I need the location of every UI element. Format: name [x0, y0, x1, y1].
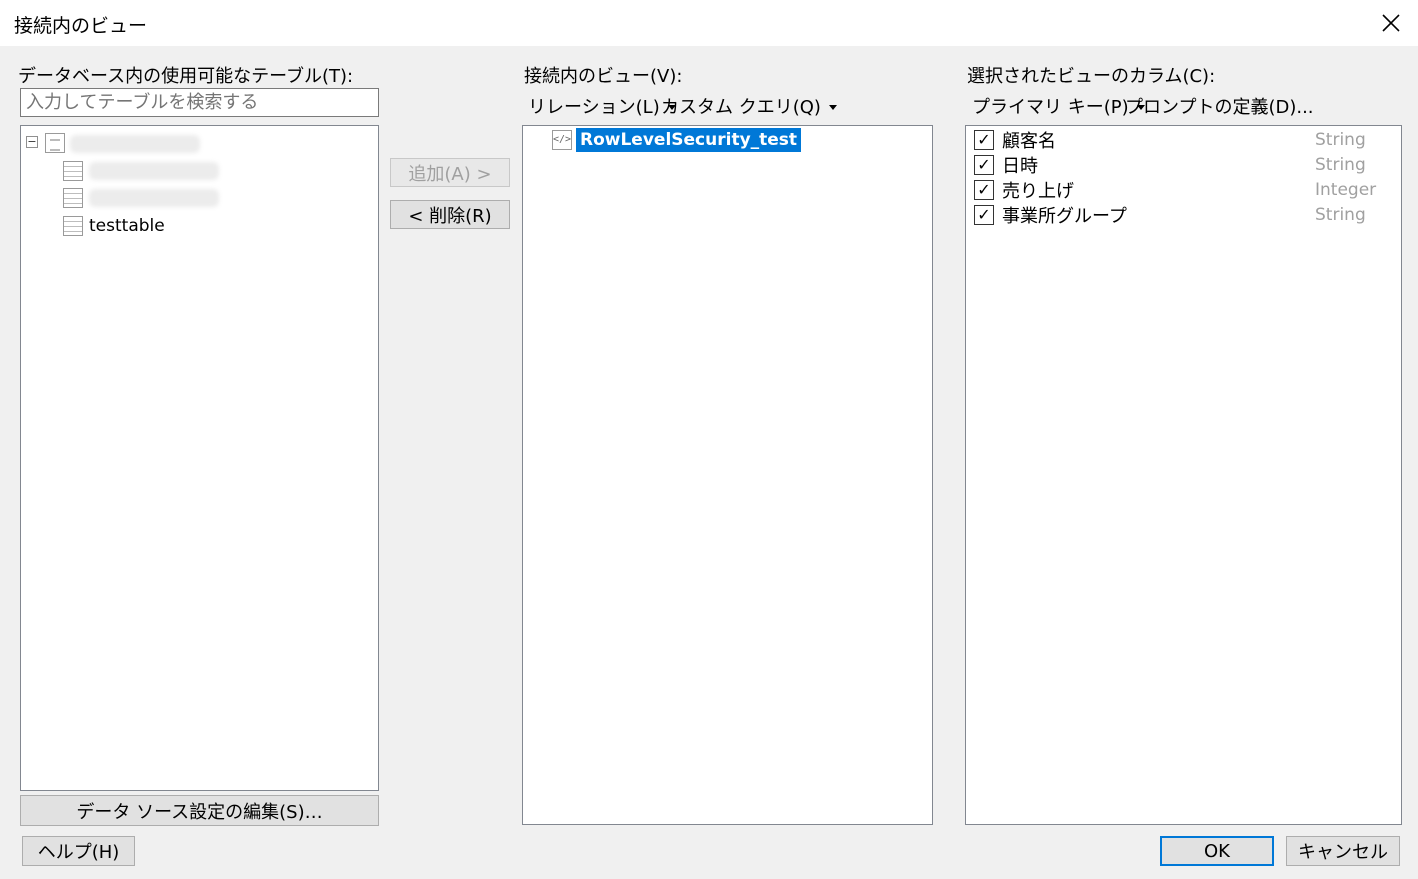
dropdown-caret-icon — [828, 104, 837, 110]
available-tables-label: データベース内の使用可能なテーブル(T): — [18, 66, 354, 87]
views-list-panel[interactable] — [522, 125, 933, 825]
column-name: 日時 — [1002, 156, 1038, 177]
cancel-button[interactable]: キャンセル — [1286, 836, 1400, 866]
checkbox-checked-icon[interactable]: ✓ — [974, 155, 994, 175]
tree-item-testtable[interactable]: testtable — [63, 216, 165, 236]
relation-menu-label: リレーション(L) — [528, 97, 660, 118]
edit-data-source-button[interactable]: データ ソース設定の編集(S)… — [20, 795, 379, 826]
redacted-table-name — [89, 189, 219, 207]
primary-key-menu[interactable]: プライマリ キー(P) — [972, 93, 1145, 119]
custom-query-menu-label: カスタム クエリ(Q) — [661, 97, 821, 118]
column-name: 売り上げ — [1002, 181, 1074, 202]
column-row[interactable]: ✓ 顧客名 String — [974, 128, 1384, 152]
column-name: 顧客名 — [1002, 131, 1056, 152]
close-icon — [1382, 14, 1400, 32]
view-item-rowlevelsecurity[interactable]: </> RowLevelSecurity_test — [552, 128, 802, 152]
custom-query-menu[interactable]: カスタム クエリ(Q) — [661, 93, 837, 119]
column-row[interactable]: ✓ 事業所グループ String — [974, 203, 1384, 227]
checkbox-checked-icon[interactable]: ✓ — [974, 180, 994, 200]
column-type: String — [1315, 130, 1366, 150]
title-bar: 接続内のビュー — [0, 0, 1418, 46]
collapse-toggle[interactable]: − — [26, 136, 38, 148]
table-search-input[interactable] — [20, 88, 379, 117]
views-label: 接続内のビュー(V): — [524, 66, 683, 87]
window-title: 接続内のビュー — [14, 15, 148, 37]
table-icon — [63, 188, 83, 208]
tree-item-label: testtable — [89, 216, 165, 236]
table-icon — [63, 216, 83, 236]
view-icon: </> — [552, 130, 572, 150]
checkbox-checked-icon[interactable]: ✓ — [974, 130, 994, 150]
columns-list-panel[interactable] — [965, 125, 1402, 825]
add-button[interactable]: 追加(A) > — [390, 158, 510, 187]
remove-button[interactable]: < 削除(R) — [390, 200, 510, 229]
relation-menu[interactable]: リレーション(L) — [528, 93, 676, 119]
column-name: 事業所グループ — [1002, 206, 1127, 227]
column-type: String — [1315, 205, 1366, 225]
columns-label: 選択されたビューのカラム(C): — [967, 66, 1216, 87]
table-icon — [63, 161, 83, 181]
tree-item-redacted-2[interactable] — [63, 188, 219, 208]
column-type: String — [1315, 155, 1366, 175]
close-button[interactable] — [1374, 6, 1408, 40]
redacted-database-name — [70, 135, 200, 153]
tree-item-redacted-1[interactable] — [63, 161, 219, 181]
help-button[interactable]: ヘルプ(H) — [22, 836, 135, 866]
column-row[interactable]: ✓ 売り上げ Integer — [974, 178, 1384, 202]
ok-button[interactable]: OK — [1160, 836, 1274, 866]
primary-key-menu-label: プライマリ キー(P) — [972, 97, 1129, 118]
define-prompt-link[interactable]: プロンプトの定義(D)... — [1125, 93, 1314, 119]
column-row[interactable]: ✓ 日時 String — [974, 153, 1384, 177]
database-icon — [45, 133, 65, 153]
view-item-label: RowLevelSecurity_test — [576, 128, 802, 152]
checkbox-checked-icon[interactable]: ✓ — [974, 205, 994, 225]
redacted-table-name — [89, 162, 219, 180]
column-type: Integer — [1315, 180, 1377, 200]
